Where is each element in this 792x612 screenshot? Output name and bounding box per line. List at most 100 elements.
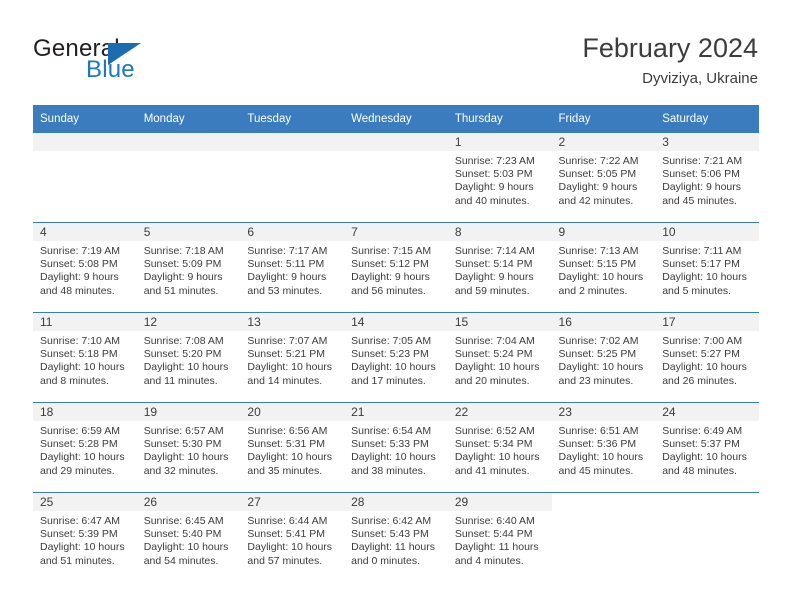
calendar-day-cell[interactable]: 13 Sunrise: 7:07 AM Sunset: 5:21 PM Dayligh…	[240, 312, 345, 403]
calendar-day-cell[interactable]: 23 Sunrise: 6:51 AM Sunset: 5:36 PM Dayligh…	[551, 402, 656, 493]
calendar-day-cell[interactable]: 17 Sunrise: 7:00 AM Sunset: 5:27 PM Dayligh…	[655, 312, 759, 403]
calendar-day-cell[interactable]: 8 Sunrise: 7:14 AM Sunset: 5:14 PM Daylight…	[447, 222, 552, 313]
calendar-empty-cell	[240, 133, 345, 223]
calendar-day-cell[interactable]: 4 Sunrise: 7:19 AM Sunset: 5:08 PM Daylight…	[33, 222, 137, 313]
weekday-header-friday: Friday	[551, 105, 656, 133]
calendar-day-cell[interactable]: 28 Sunrise: 6:42 AM Sunset: 5:43 PM Dayligh…	[344, 492, 448, 582]
day-number: 5	[136, 223, 241, 241]
day-detail-line: Daylight: 10 hours	[662, 451, 747, 464]
day-details: Sunrise: 6:54 AM Sunset: 5:33 PM Daylight:…	[344, 421, 448, 478]
day-detail-line: Sunset: 5:41 PM	[247, 528, 326, 541]
day-detail-line: Sunrise: 7:05 AM	[351, 335, 432, 347]
calendar-day-cell[interactable]: 3 Sunrise: 7:21 AM Sunset: 5:06 PM Daylight…	[655, 133, 759, 223]
day-details: Sunrise: 7:21 AM Sunset: 5:06 PM Daylight:…	[655, 151, 759, 208]
day-number: 7	[344, 223, 448, 241]
calendar-day-cell[interactable]: 26 Sunrise: 6:45 AM Sunset: 5:40 PM Dayligh…	[136, 492, 241, 582]
calendar-day-cell[interactable]: 16 Sunrise: 7:02 AM Sunset: 5:25 PM Dayligh…	[551, 312, 656, 403]
calendar-day-cell[interactable]: 29 Sunrise: 6:40 AM Sunset: 5:44 PM Dayligh…	[447, 492, 552, 582]
day-detail-line: Sunset: 5:11 PM	[247, 258, 325, 271]
calendar-empty-cell	[551, 492, 656, 582]
day-detail-line: Daylight: 9 hours	[454, 181, 534, 194]
day-detail-line: Sunrise: 7:11 AM	[662, 245, 742, 257]
day-details: Sunrise: 6:51 AM Sunset: 5:36 PM Daylight:…	[552, 421, 656, 478]
day-detail-line: and 51 minutes.	[40, 554, 115, 567]
day-details: Sunrise: 7:17 AM Sunset: 5:11 PM Daylight:…	[240, 241, 344, 298]
calendar-day-cell[interactable]: 14 Sunrise: 7:05 AM Sunset: 5:23 PM Dayligh…	[344, 312, 448, 403]
calendar-day-cell[interactable]: 6 Sunrise: 7:17 AM Sunset: 5:11 PM Daylight…	[240, 222, 345, 313]
day-details: Sunrise: 6:45 AM Sunset: 5:40 PM Daylight:…	[137, 511, 241, 568]
day-details: Sunrise: 6:57 AM Sunset: 5:30 PM Daylight:…	[137, 421, 241, 478]
day-detail-line: and 23 minutes.	[558, 374, 634, 387]
calendar-day-cell[interactable]: 24 Sunrise: 6:49 AM Sunset: 5:37 PM Dayligh…	[655, 402, 759, 493]
location-subtitle: Dyviziya, Ukraine	[642, 70, 758, 87]
day-detail-line: and 32 minutes.	[143, 464, 219, 477]
day-detail-line: Sunset: 5:27 PM	[662, 348, 740, 361]
day-detail-line: Sunrise: 6:42 AM	[351, 515, 432, 527]
calendar-day-cell[interactable]: 2 Sunrise: 7:22 AM Sunset: 5:05 PM Daylight…	[551, 133, 656, 223]
day-detail-line: and 41 minutes.	[454, 464, 530, 477]
day-details: Sunrise: 6:59 AM Sunset: 5:28 PM Daylight:…	[33, 421, 137, 478]
day-detail-line: Sunset: 5:24 PM	[454, 348, 533, 361]
day-detail-line: Sunrise: 7:13 AM	[558, 245, 639, 257]
calendar-day-cell[interactable]: 5 Sunrise: 7:18 AM Sunset: 5:09 PM Daylight…	[136, 222, 241, 313]
day-detail-line: Sunset: 5:34 PM	[454, 438, 533, 451]
day-detail-line: Sunrise: 7:19 AM	[40, 245, 120, 257]
day-detail-line: Sunset: 5:23 PM	[351, 348, 429, 361]
day-detail-line: Daylight: 11 hours	[454, 541, 539, 554]
day-detail-line: Sunrise: 7:21 AM	[662, 155, 743, 167]
day-detail-line: Sunset: 5:12 PM	[351, 258, 429, 271]
day-details: Sunrise: 7:22 AM Sunset: 5:05 PM Daylight:…	[552, 151, 656, 208]
day-detail-line: and 54 minutes.	[143, 554, 219, 567]
day-detail-line: Sunset: 5:36 PM	[558, 438, 637, 451]
day-details: Sunrise: 7:23 AM Sunset: 5:03 PM Daylight:…	[448, 151, 552, 208]
calendar-day-cell[interactable]: 20 Sunrise: 6:56 AM Sunset: 5:31 PM Dayligh…	[240, 402, 345, 493]
day-detail-line: Sunset: 5:03 PM	[454, 168, 533, 181]
calendar-empty-cell	[655, 492, 759, 582]
day-detail-line: Sunrise: 7:18 AM	[143, 245, 224, 257]
day-number: 6	[240, 223, 345, 241]
day-details: Sunrise: 7:07 AM Sunset: 5:21 PM Daylight:…	[240, 331, 344, 388]
day-detail-line: Sunset: 5:17 PM	[662, 258, 740, 271]
day-detail-line: and 8 minutes.	[40, 374, 109, 387]
day-number: 14	[344, 313, 448, 331]
day-detail-line: Daylight: 10 hours	[558, 271, 644, 284]
day-detail-line: Sunset: 5:15 PM	[558, 258, 637, 271]
day-number: 8	[447, 223, 552, 241]
calendar-day-cell[interactable]: 10 Sunrise: 7:11 AM Sunset: 5:17 PM Dayligh…	[655, 222, 759, 313]
day-number: 23	[551, 403, 656, 421]
title-block: February 2024 Dyviziya, Ukraine	[582, 32, 758, 89]
calendar-day-cell[interactable]: 21 Sunrise: 6:54 AM Sunset: 5:33 PM Dayligh…	[344, 402, 448, 493]
day-details: Sunrise: 7:02 AM Sunset: 5:25 PM Daylight:…	[552, 331, 656, 388]
calendar-empty-cell	[136, 133, 241, 223]
calendar-day-cell[interactable]: 1 Sunrise: 7:23 AM Sunset: 5:03 PM Daylight…	[447, 133, 552, 223]
calendar-empty-cell	[33, 133, 137, 223]
calendar-day-cell[interactable]: 11 Sunrise: 7:10 AM Sunset: 5:18 PM Dayligh…	[33, 312, 137, 403]
day-number: 26	[136, 493, 241, 511]
calendar-day-cell[interactable]: 9 Sunrise: 7:13 AM Sunset: 5:15 PM Daylight…	[551, 222, 656, 313]
day-details: Sunrise: 7:00 AM Sunset: 5:27 PM Daylight:…	[655, 331, 759, 388]
calendar-week-row: 1 Sunrise: 7:23 AM Sunset: 5:03 PM Daylight…	[33, 133, 759, 223]
day-number: 15	[447, 313, 552, 331]
calendar-day-cell[interactable]: 12 Sunrise: 7:08 AM Sunset: 5:20 PM Dayligh…	[136, 312, 241, 403]
calendar-day-cell[interactable]: 18 Sunrise: 6:59 AM Sunset: 5:28 PM Dayligh…	[33, 402, 137, 493]
day-details: Sunrise: 7:18 AM Sunset: 5:09 PM Daylight:…	[137, 241, 241, 298]
day-detail-line: Sunrise: 6:44 AM	[247, 515, 328, 527]
day-details: Sunrise: 6:47 AM Sunset: 5:39 PM Daylight:…	[33, 511, 137, 568]
page-header: General Blue February 2024 Dyviziya, Ukr…	[0, 0, 792, 104]
day-number: 3	[655, 133, 759, 151]
calendar-day-cell[interactable]: 22 Sunrise: 6:52 AM Sunset: 5:34 PM Dayligh…	[447, 402, 552, 493]
calendar-day-cell[interactable]: 7 Sunrise: 7:15 AM Sunset: 5:12 PM Daylight…	[344, 222, 448, 313]
day-number: 18	[33, 403, 137, 421]
calendar-day-cell[interactable]: 15 Sunrise: 7:04 AM Sunset: 5:24 PM Dayligh…	[447, 312, 552, 403]
day-detail-line: Sunset: 5:21 PM	[247, 348, 326, 361]
day-number: 13	[240, 313, 345, 331]
calendar-day-cell[interactable]: 27 Sunrise: 6:44 AM Sunset: 5:41 PM Dayligh…	[240, 492, 345, 582]
calendar-day-cell[interactable]: 19 Sunrise: 6:57 AM Sunset: 5:30 PM Dayligh…	[136, 402, 241, 493]
calendar-day-cell[interactable]: 25 Sunrise: 6:47 AM Sunset: 5:39 PM Dayligh…	[33, 492, 137, 582]
day-number	[33, 133, 137, 151]
day-detail-line: Sunset: 5:18 PM	[40, 348, 118, 361]
day-detail-line: Sunrise: 7:14 AM	[454, 245, 535, 257]
day-detail-line: Sunrise: 6:47 AM	[40, 515, 120, 527]
day-detail-line: Daylight: 9 hours	[558, 181, 638, 194]
day-detail-line: Daylight: 10 hours	[662, 271, 747, 284]
